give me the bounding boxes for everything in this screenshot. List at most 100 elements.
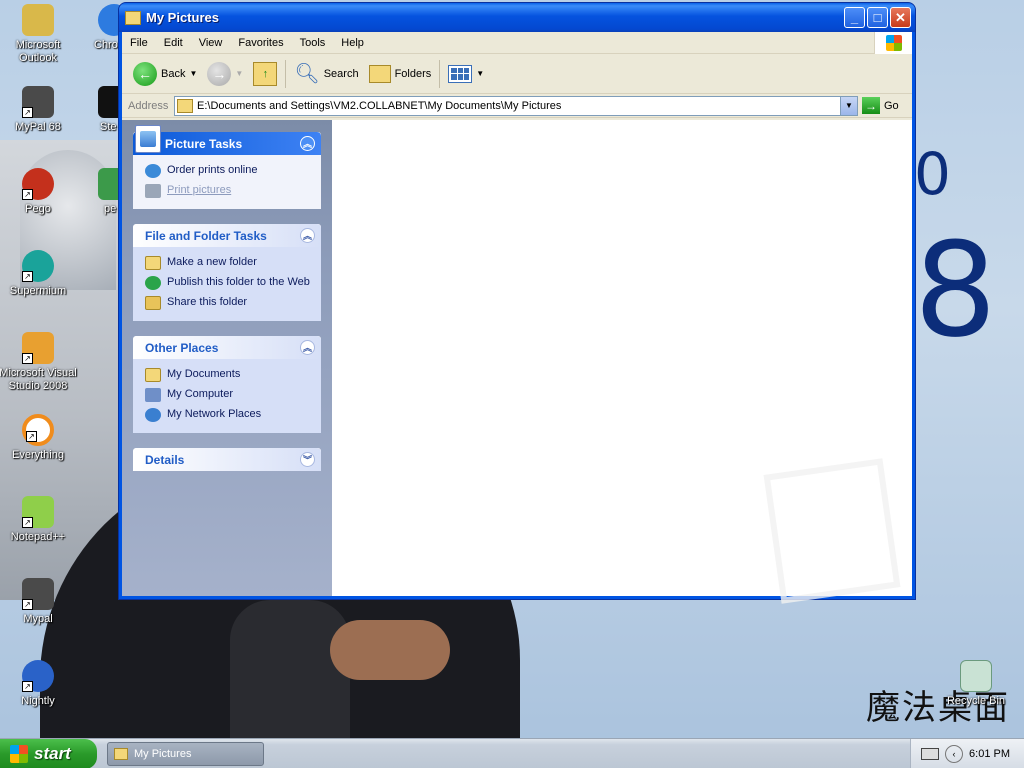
folders-icon (368, 64, 391, 83)
views-button[interactable]: ▼ (443, 57, 489, 91)
desktop-icon-label: Recycle Bin (946, 695, 1006, 707)
address-bar: Address E:\Documents and Settings\VM2.CO… (122, 94, 912, 118)
nightly-icon: ↗ (22, 660, 54, 692)
mypal-icon: ↗ (22, 86, 54, 118)
panel-picture-tasks: Picture Tasks ︽ Order prints online Prin… (133, 125, 321, 209)
search-button[interactable]: 🔍︎ Search (289, 57, 363, 91)
chevron-down-icon[interactable]: ▼ (189, 69, 197, 78)
search-label: Search (323, 67, 359, 80)
task-make-new-folder[interactable]: Make a new folder (145, 253, 311, 273)
folder-icon (114, 747, 128, 760)
panel-header[interactable]: Details ︾ (133, 448, 321, 471)
panel-details: Details ︾ (133, 448, 321, 471)
desktop-icon-label: Nightly (21, 695, 55, 707)
expand-chevron-icon[interactable]: ︾ (300, 452, 315, 467)
menu-edit[interactable]: Edit (156, 37, 191, 49)
collapse-chevron-icon[interactable]: ︽ (300, 136, 315, 151)
folders-label: Folders (394, 67, 432, 80)
desktop-icon-chrome[interactable]: Chro (80, 4, 130, 52)
recycle-bin-icon (960, 660, 992, 692)
panel-title: File and Folder Tasks (145, 228, 267, 243)
toolbar-separator (439, 59, 441, 88)
menu-help[interactable]: Help (333, 37, 372, 49)
go-button[interactable]: → Go (862, 97, 899, 114)
task-order-prints[interactable]: Order prints online (145, 161, 311, 181)
desktop-icon-label: Ste (100, 121, 117, 133)
desktop-icon-steam[interactable]: Ste (80, 86, 130, 134)
chevron-down-icon[interactable]: ▼ (476, 69, 484, 78)
taskbar-button-my-pictures[interactable]: My Pictures (107, 741, 264, 766)
task-label: Order prints online (167, 164, 258, 176)
task-print-pictures[interactable]: Print pictures (145, 181, 311, 201)
panel-title: Details (145, 452, 185, 467)
up-button[interactable]: ↑ (248, 57, 282, 91)
panel-header[interactable]: File and Folder Tasks ︽ (133, 224, 321, 247)
wallpaper-digit: 8 (914, 214, 997, 366)
desktop-icon-label: MyPal 68 (15, 121, 61, 133)
desktop-icon-mypal68[interactable]: ↗ MyPal 68 (0, 86, 78, 134)
new-folder-icon (145, 256, 161, 270)
desktop-icon-label: Pego (25, 203, 51, 215)
printer-icon (145, 184, 161, 198)
file-list-area[interactable] (332, 120, 912, 604)
task-label: Print pictures (167, 184, 232, 196)
show-hidden-icons-icon[interactable]: ‹ (945, 744, 964, 763)
desktop-icon-supermium[interactable]: ↗ Supermium (0, 250, 78, 298)
desktop-icon-label: pe (104, 203, 117, 215)
desktop-icon-nightly[interactable]: ↗ Nightly (0, 660, 78, 708)
address-input[interactable]: E:\Documents and Settings\VM2.COLLABNET\… (174, 95, 858, 116)
back-button[interactable]: ← Back ▼ (128, 57, 202, 91)
go-arrow-icon: → (862, 97, 880, 114)
task-pane: Picture Tasks ︽ Order prints online Prin… (122, 120, 332, 596)
desktop-icon-pego[interactable]: ↗ Pego (0, 168, 78, 216)
address-dropdown-button[interactable]: ▼ (840, 96, 857, 115)
my-documents-icon (145, 368, 161, 382)
title-bar[interactable]: My Pictures _ □ ✕ (119, 3, 915, 32)
wallpaper-figure-hand (330, 620, 450, 680)
close-button[interactable]: ✕ (890, 7, 911, 28)
desktop-icon-label: Everything (12, 449, 64, 461)
desktop-icon-label: Chro (94, 39, 118, 51)
place-my-computer[interactable]: My Computer (145, 385, 311, 405)
place-my-documents[interactable]: My Documents (145, 365, 311, 385)
forward-button[interactable]: → ▼ (202, 57, 248, 91)
taskbar: start My Pictures ‹ 6:01 PM (0, 738, 1024, 768)
supermium-icon: ↗ (22, 250, 54, 282)
task-publish-folder[interactable]: Publish this folder to the Web (145, 273, 311, 293)
task-label: Make a new folder (167, 256, 257, 268)
menu-view[interactable]: View (191, 37, 231, 49)
menu-file[interactable]: File (122, 37, 156, 49)
globe-icon (145, 164, 161, 178)
folder-up-icon: ↑ (253, 61, 278, 86)
maximize-button[interactable]: □ (867, 7, 888, 28)
chevron-down-icon[interactable]: ▼ (235, 69, 243, 78)
start-button[interactable]: start (0, 738, 97, 768)
task-share-folder[interactable]: Share this folder (145, 293, 311, 313)
desktop-icon-outlook[interactable]: Microsoft Outlook (0, 4, 78, 65)
wallpaper-figure-shirt (230, 600, 350, 750)
place-my-network-places[interactable]: My Network Places (145, 405, 311, 425)
menu-tools[interactable]: Tools (292, 37, 334, 49)
desktop-icon-label: Mypal (23, 613, 53, 625)
desktop-icon-label: Supermium (9, 285, 67, 297)
folders-button[interactable]: Folders (364, 57, 437, 91)
views-icon (448, 64, 473, 83)
desktop-icon-recycle-bin[interactable]: Recycle Bin (934, 660, 1018, 708)
desktop-icon-label: Notepad++ (10, 531, 66, 543)
keyboard-icon[interactable] (921, 747, 940, 760)
task-label: Publish this folder to the Web (167, 276, 310, 288)
panel-header[interactable]: Other Places ︽ (133, 336, 321, 359)
collapse-chevron-icon[interactable]: ︽ (300, 228, 315, 243)
clock[interactable]: 6:01 PM (969, 748, 1010, 760)
my-computer-icon (145, 388, 161, 402)
desktop-icon-notepadpp[interactable]: ↗ Notepad++ (0, 496, 78, 544)
desktop-icon-everything[interactable]: ↗ Everything (0, 414, 78, 462)
desktop-icon-mypal[interactable]: ↗ Mypal (0, 578, 78, 626)
menu-favorites[interactable]: Favorites (230, 37, 291, 49)
task-label: Share this folder (167, 296, 248, 308)
minimize-button[interactable]: _ (844, 7, 865, 28)
desktop-icon-visual-studio[interactable]: ↗ Microsoft Visual Studio 2008 (0, 332, 78, 393)
collapse-chevron-icon[interactable]: ︽ (300, 340, 315, 355)
panel-header[interactable]: Picture Tasks ︽ (133, 125, 321, 155)
desktop-icon-app[interactable]: pe (80, 168, 130, 216)
